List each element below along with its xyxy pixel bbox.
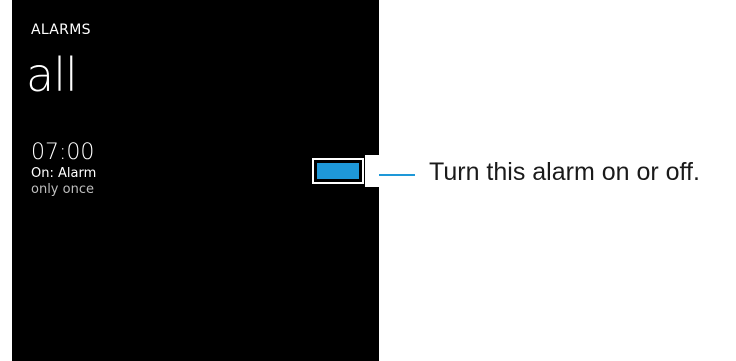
alarm-toggle-switch[interactable] [312,155,380,187]
toggle-thumb[interactable] [365,155,380,187]
alarm-time: 07:00 [31,140,95,165]
alarm-item[interactable]: 07:00 On: Alarm only once [31,140,231,198]
app-title: ALARMS [31,22,91,38]
phone-screen: ALARMS all 07:00 On: Alarm only once [12,0,380,361]
alarm-status: On: Alarm [31,166,97,181]
toggle-fill [317,163,359,179]
page-title: all [26,48,78,102]
toggle-track [312,158,364,184]
callout-text: Turn this alarm on or off. [429,158,700,186]
callout-line [379,174,415,176]
alarm-repeat: only once [31,182,94,197]
